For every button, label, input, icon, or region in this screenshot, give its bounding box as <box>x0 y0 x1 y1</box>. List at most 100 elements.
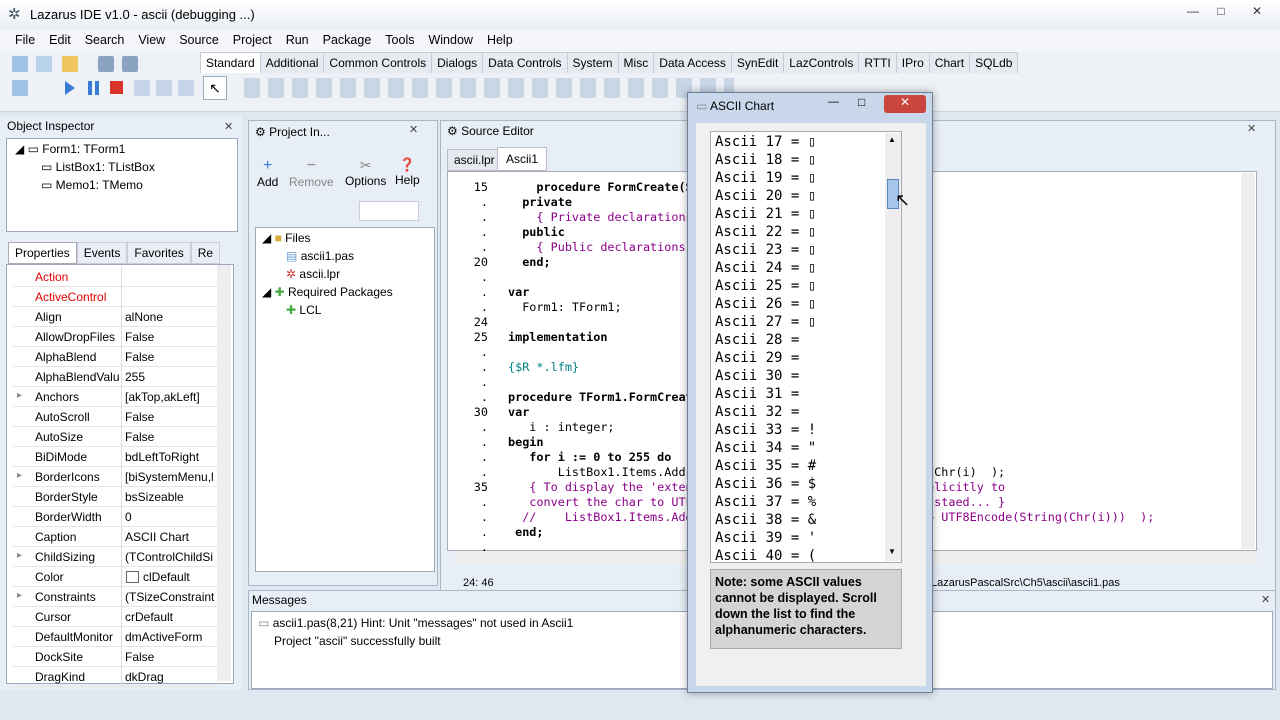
new-form-icon[interactable] <box>36 56 52 72</box>
code-line[interactable]: implementation <box>508 330 607 345</box>
list-item[interactable]: Ascii 18 = ▯ <box>715 151 816 169</box>
list-item[interactable]: Ascii 34 = " <box>715 439 816 457</box>
help-button[interactable]: ❓ Help <box>395 157 420 187</box>
property-row[interactable]: AlphaBlend False <box>13 347 217 367</box>
tab-rtti[interactable]: RTTI <box>858 52 897 73</box>
object-inspector-close[interactable]: ✕ <box>224 120 233 133</box>
list-item[interactable]: Ascii 22 = ▯ <box>715 223 816 241</box>
property-value[interactable]: ASCII Chart <box>125 530 217 544</box>
menu-window[interactable]: Window <box>421 30 479 47</box>
code-line[interactable]: i : integer; <box>508 420 614 435</box>
property-row[interactable]: ▸ Constraints (TSizeConstraint <box>13 587 217 607</box>
remove-button[interactable]: − Remove <box>289 157 334 189</box>
tab-dialogs[interactable]: Dialogs <box>431 52 484 73</box>
code-line[interactable]: var <box>508 405 529 420</box>
step-out-icon[interactable] <box>178 80 194 96</box>
scroll-down-arrow[interactable]: ▼ <box>888 547 896 556</box>
new-unit-icon[interactable] <box>12 56 28 72</box>
tab-data-access[interactable]: Data Access <box>653 52 732 73</box>
code-line[interactable]: var <box>508 285 529 300</box>
tab-chart[interactable]: Chart <box>928 52 971 73</box>
code-line[interactable]: { Private declarations } <box>508 210 706 225</box>
tab-synedit[interactable]: SynEdit <box>730 52 785 73</box>
list-item[interactable]: Ascii 29 = <box>715 349 799 367</box>
tab-system[interactable]: System <box>566 52 619 73</box>
code-line[interactable]: public <box>508 225 565 240</box>
stop-icon[interactable] <box>110 81 123 94</box>
property-row[interactable]: DefaultMonitor dmActiveForm <box>13 627 217 647</box>
tree-lcl[interactable]: ✚ LCL <box>286 303 321 317</box>
list-item[interactable]: Ascii 40 = ( <box>715 547 816 562</box>
step-over-icon[interactable] <box>156 80 172 96</box>
editor-tab-ascii1[interactable]: Ascii1 <box>497 147 548 171</box>
tree-node-memo1[interactable]: ▭ Memo1: TMemo <box>41 178 143 192</box>
list-item[interactable]: Ascii 17 = ▯ <box>715 133 816 151</box>
tab-standard[interactable]: Standard <box>200 52 261 73</box>
code-line[interactable]: end; <box>508 525 543 540</box>
tree-ascii-lpr[interactable]: ✲ ascii.lpr <box>286 267 340 281</box>
list-item[interactable]: Ascii 38 = & <box>715 511 816 529</box>
property-row[interactable]: AllowDropFiles False <box>13 327 217 347</box>
code-line[interactable]: {$R *.lfm} <box>508 360 579 375</box>
editor-tab-ascii-lpr[interactable]: ascii.lpr <box>447 149 502 171</box>
menu-view[interactable]: View <box>131 30 172 47</box>
menu-edit[interactable]: Edit <box>42 30 78 47</box>
list-item[interactable]: Ascii 20 = ▯ <box>715 187 816 205</box>
property-row[interactable]: BorderWidth 0 <box>13 507 217 527</box>
list-item[interactable]: Ascii 23 = ▯ <box>715 241 816 259</box>
editor-vscrollbar[interactable] <box>1241 173 1255 549</box>
tree-node-listbox1[interactable]: ▭ ListBox1: TListBox <box>41 160 155 174</box>
ascii-listbox[interactable]: Ascii 17 = ▯ Ascii 18 = ▯ Ascii 19 = ▯ Asci… <box>710 131 902 563</box>
project-inspector-close[interactable]: ✕ <box>409 123 418 136</box>
toggle-form-icon[interactable] <box>12 80 28 96</box>
menu-help[interactable]: Help <box>480 30 520 47</box>
list-item[interactable]: Ascii 31 = <box>715 385 799 403</box>
property-value[interactable]: False <box>125 330 217 344</box>
property-row[interactable]: ▸ ChildSizing (TControlChildSi <box>13 547 217 567</box>
property-value[interactable]: dmActiveForm <box>125 630 217 644</box>
menu-run[interactable]: Run <box>279 30 316 47</box>
property-row[interactable]: BiDiMode bdLeftToRight <box>13 447 217 467</box>
code-line[interactable]: for i := 0 to 255 do <box>508 450 671 465</box>
message-hint[interactable]: ▭ ascii1.pas(8,21) Hint: Unit "messages"… <box>258 616 573 630</box>
property-value[interactable]: bsSizeable <box>125 490 217 504</box>
code-line[interactable]: begin <box>508 435 544 450</box>
code-line[interactable]: { Public declarations } <box>508 240 699 255</box>
list-item[interactable]: Ascii 32 = <box>715 403 799 421</box>
step-into-icon[interactable] <box>134 80 150 96</box>
property-row[interactable]: ActiveControl <box>13 287 217 307</box>
property-row[interactable]: AutoScroll False <box>13 407 217 427</box>
tree-node-form1[interactable]: ◢ ▭ Form1: TForm1 <box>15 142 125 156</box>
menu-tools[interactable]: Tools <box>378 30 421 47</box>
dialog-close[interactable]: ✕ <box>884 95 926 113</box>
maximize-button[interactable]: □ <box>1210 4 1232 22</box>
property-value[interactable]: (TSizeConstraint <box>125 590 217 604</box>
menu-file[interactable]: File <box>8 30 42 47</box>
list-item[interactable]: Ascii 37 = % <box>715 493 816 511</box>
property-value[interactable]: (TControlChildSi <box>125 550 217 564</box>
property-value[interactable]: [biSystemMenu,l <box>125 470 217 484</box>
source-editor-close[interactable]: ✕ <box>1247 122 1256 135</box>
save-all-icon[interactable] <box>122 56 138 72</box>
list-item[interactable]: Ascii 28 = <box>715 331 799 349</box>
property-value[interactable]: dkDrag <box>125 670 217 684</box>
code-line[interactable]: private <box>508 195 572 210</box>
menu-project[interactable]: Project <box>226 30 279 47</box>
property-row[interactable]: Cursor crDefault <box>13 607 217 627</box>
pause-icon[interactable] <box>88 81 99 95</box>
property-row[interactable]: Caption ASCII Chart <box>13 527 217 547</box>
list-item[interactable]: Ascii 36 = $ <box>715 475 816 493</box>
list-item[interactable]: Ascii 27 = ▯ <box>715 313 816 331</box>
list-item[interactable]: Ascii 35 = # <box>715 457 816 475</box>
property-row[interactable]: Color clDefault <box>13 567 217 587</box>
message-build[interactable]: Project "ascii" successfully built <box>274 634 441 648</box>
property-value[interactable]: 0 <box>125 510 217 524</box>
tree-files[interactable]: ◢ ■ Files <box>262 231 311 245</box>
options-button[interactable]: ✂ Options <box>345 157 386 188</box>
run-icon[interactable] <box>65 81 75 95</box>
menu-source[interactable]: Source <box>172 30 226 47</box>
tab-favorites[interactable]: Favorites <box>127 242 191 264</box>
close-button[interactable]: ✕ <box>1246 4 1268 22</box>
tab-additional[interactable]: Additional <box>259 52 325 73</box>
property-row[interactable]: BorderStyle bsSizeable <box>13 487 217 507</box>
